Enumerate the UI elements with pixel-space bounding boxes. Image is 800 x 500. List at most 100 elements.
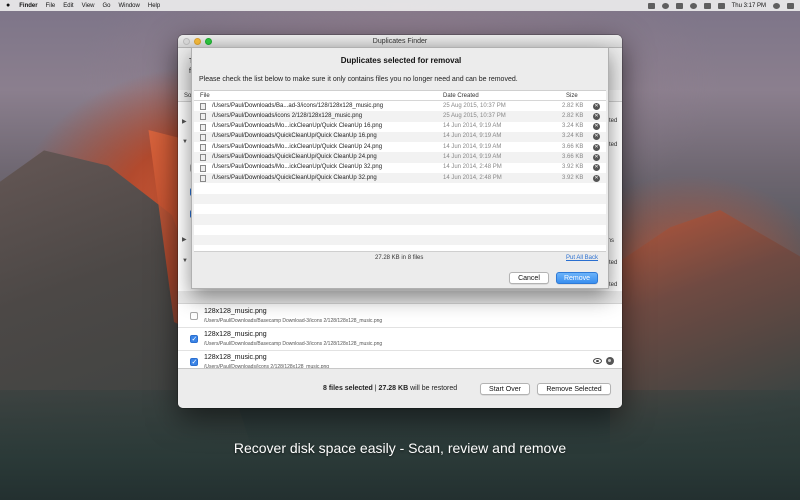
file-row[interactable]: 128x128_music.png /Users/Paul/Downloads/… [178,328,622,351]
table-row[interactable]: /Users/Paul/Downloads/QuickCleanUp/Quick… [194,131,606,143]
table-row[interactable]: /Users/Paul/Downloads/icons 2/128/128x12… [194,111,606,122]
disclosure-triangle-icon[interactable]: ▼ [182,258,188,264]
file-name: 128x128_music.png [204,308,267,315]
column-header-size[interactable]: Size [566,93,578,99]
start-over-button[interactable]: Start Over [480,383,530,395]
empty-table-row [194,214,606,225]
row-path: /Users/Paul/Downloads/Mo...ickCleanUp/Qu… [212,123,383,130]
removal-rows: /Users/Paul/Downloads/Ba...ad-3/icons/12… [194,101,606,246]
summary-separator: | [374,385,377,392]
remove-row-x-icon[interactable]: ✕ [593,123,600,131]
apple-menu-icon[interactable]: ● [6,2,10,9]
empty-table-row [194,224,606,235]
disclosure-triangle-icon[interactable]: ▶ [182,236,187,243]
file-checkbox[interactable] [190,358,198,367]
file-path: /Users/Paul/Downloads/Basecamp Download-… [204,318,383,324]
file-icon [200,133,206,141]
row-path: /Users/Paul/Downloads/QuickCleanUp/Quick… [212,174,377,181]
remove-row-x-icon[interactable]: ✕ [593,174,600,182]
table-row[interactable]: /Users/Paul/Downloads/QuickCleanUp/Quick… [194,152,606,163]
remove-row-x-icon[interactable]: ✕ [593,153,600,161]
row-date: 25 Aug 2015, 10:37 PM [443,102,506,109]
minimize-window-button[interactable] [194,38,201,45]
restore-size: 27.28 KB [378,385,409,392]
removal-confirmation-sheet: Duplicates selected for removal Please c… [191,47,609,289]
disclosure-triangle-icon[interactable]: ▶ [182,118,187,125]
wifi-icon[interactable] [689,2,697,9]
group-header-row[interactable] [178,291,622,304]
file-name: 128x128_music.png [204,354,267,361]
menu-view[interactable]: View [82,3,95,9]
file-checkbox[interactable] [190,335,198,344]
remove-row-x-icon[interactable]: ✕ [593,164,600,172]
menu-edit[interactable]: Edit [63,3,73,9]
file-row[interactable]: 128x128_music.png /Users/Paul/Downloads/… [178,305,622,328]
file-name: 128x128_music.png [204,331,267,338]
bluetooth-icon[interactable] [675,2,683,9]
remove-row-x-icon[interactable]: ✕ [593,112,600,120]
notification-center-icon[interactable] [787,2,794,9]
file-checkbox[interactable] [190,312,198,320]
battery-icon[interactable] [717,2,725,9]
remove-selected-button[interactable]: Remove Selected [537,383,611,395]
row-size: 2.82 KB [562,112,584,119]
row-size: 2.82 KB [562,102,584,109]
disclosure-triangle-icon[interactable]: ▼ [182,139,188,145]
row-date: 14 Jun 2014, 9:19 AM [443,153,502,160]
column-header-file[interactable]: File [200,93,210,99]
remove-row-x-icon[interactable]: ✕ [593,143,600,151]
table-footer: 27.28 KB in 8 files Put All Back [194,253,606,263]
put-all-back-link[interactable]: Put All Back [566,255,598,261]
sync-icon[interactable] [661,2,669,9]
row-size: 3.24 KB [562,133,584,140]
close-window-button[interactable] [183,38,190,45]
file-icon [200,154,206,162]
row-path: /Users/Paul/Downloads/Ba...ad-3/icons/12… [212,102,384,109]
file-icon [200,175,206,183]
row-path: /Users/Paul/Downloads/Mo...ickCleanUp/Qu… [212,164,383,171]
remove-button[interactable]: Remove [556,272,598,284]
row-size: 3.92 KB [562,164,584,171]
empty-table-row [194,193,606,204]
reveal-magnifier-icon[interactable] [606,357,614,365]
file-icon [200,113,206,121]
menu-window[interactable]: Window [119,3,140,9]
marketing-caption: Recover disk space easily - Scan, review… [233,440,567,456]
dropbox-icon[interactable] [647,2,655,9]
menu-bar: ● Finder File Edit View Go Window Help T… [0,0,800,11]
column-header-date[interactable]: Date Created [443,93,479,99]
row-path: /Users/Paul/Downloads/QuickCleanUp/Quick… [212,153,377,160]
file-icon [200,103,206,110]
empty-table-row [194,183,606,194]
file-path: /Users/Paul/Downloads/Basecamp Download-… [204,341,383,347]
preview-eye-icon[interactable] [593,358,602,364]
table-row[interactable]: /Users/Paul/Downloads/Ba...ad-3/icons/12… [194,101,606,112]
window-footer: 8 files selected | 27.28 KB will be rest… [178,368,622,408]
menu-clock[interactable]: Thu 3:17 PM [732,3,766,9]
menu-file[interactable]: File [46,3,56,9]
row-size: 3.66 KB [562,143,584,150]
empty-table-row [194,234,606,246]
table-header: File Date Created Size [194,91,606,101]
spotlight-icon[interactable] [773,2,780,9]
table-row[interactable]: /Users/Paul/Downloads/QuickCleanUp/Quick… [194,173,606,184]
table-row[interactable]: /Users/Paul/Downloads/Mo...ickCleanUp/Qu… [194,121,606,132]
zoom-window-button[interactable] [205,38,212,45]
menu-app-name[interactable]: Finder [19,3,37,9]
row-date: 14 Jun 2014, 9:19 AM [443,133,502,140]
menu-go[interactable]: Go [103,3,111,9]
volume-icon[interactable] [703,2,711,9]
remove-row-x-icon[interactable]: ✕ [593,133,600,141]
files-selected-count: 8 files selected [323,385,373,392]
table-row[interactable]: /Users/Paul/Downloads/Mo...ickCleanUp/Qu… [194,162,606,174]
row-path: /Users/Paul/Downloads/QuickCleanUp/Quick… [212,133,377,140]
remove-row-x-icon[interactable]: ✕ [593,102,600,110]
menu-help[interactable]: Help [148,3,160,9]
selection-summary: 8 files selected | 27.28 KB will be rest… [323,385,457,392]
row-path: /Users/Paul/Downloads/Mo...ickCleanUp/Qu… [212,143,383,150]
row-date: 25 Aug 2015, 10:37 PM [443,112,506,119]
row-date: 14 Jun 2014, 9:19 AM [443,143,502,150]
cancel-button[interactable]: Cancel [509,272,549,284]
sheet-title: Duplicates selected for removal [340,56,462,65]
table-row[interactable]: /Users/Paul/Downloads/Mo...ickCleanUp/Qu… [194,142,606,153]
